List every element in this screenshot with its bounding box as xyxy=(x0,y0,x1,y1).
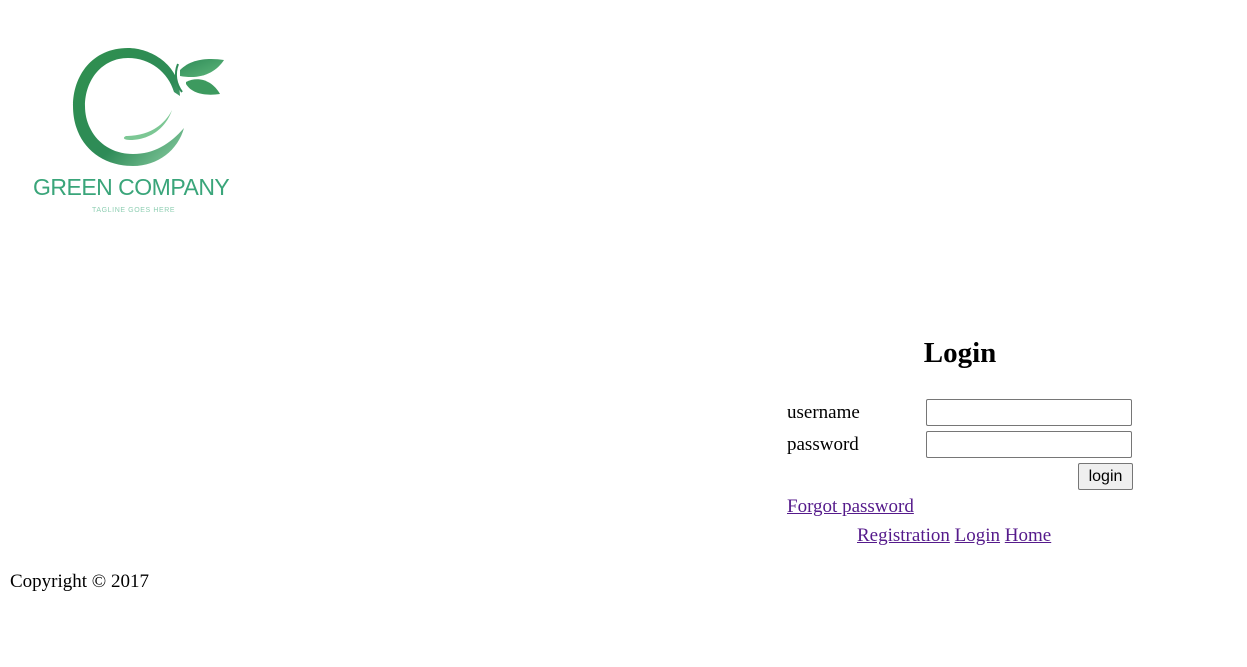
page: GREEN COMPANY TAGLINE GOES HERE Login us… xyxy=(0,0,1247,667)
logo-tagline: TAGLINE GOES HERE xyxy=(92,207,176,214)
copyright-text: Copyright © 2017 xyxy=(10,571,149,592)
login-button[interactable]: login xyxy=(1078,463,1133,490)
login-heading: Login xyxy=(923,337,997,369)
login-link[interactable]: Login xyxy=(955,525,1000,546)
password-label: password xyxy=(787,434,859,455)
forgot-password-link[interactable]: Forgot password xyxy=(787,496,914,518)
password-input[interactable] xyxy=(926,431,1132,458)
username-label: username xyxy=(787,402,860,423)
footer-nav: Registration Login Home xyxy=(857,525,1051,547)
registration-link[interactable]: Registration xyxy=(857,525,950,546)
logo-company-name: GREEN COMPANY xyxy=(33,174,230,200)
home-link[interactable]: Home xyxy=(1005,525,1051,546)
username-input[interactable] xyxy=(926,399,1132,426)
